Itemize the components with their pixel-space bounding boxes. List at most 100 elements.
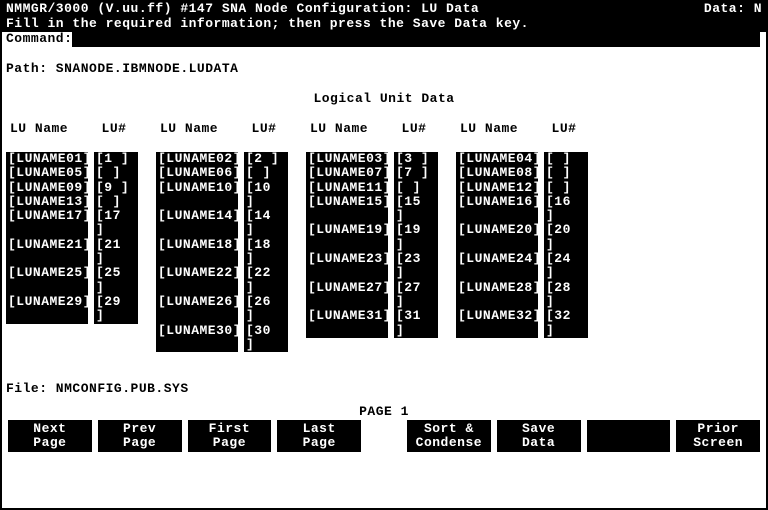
- lu-entry: [LUNAME07] [7 ]: [306, 166, 438, 180]
- lu-name-field[interactable]: [LUNAME20]: [456, 223, 538, 252]
- lu-name-field[interactable]: [LUNAME09]: [6, 181, 88, 195]
- col-header-name: LU Name: [310, 122, 392, 137]
- lu-name-field[interactable]: [LUNAME21]: [6, 238, 88, 267]
- lu-entry: [LUNAME21][21 ]: [6, 238, 138, 267]
- lu-number-field[interactable]: [15 ]: [394, 195, 438, 224]
- lu-name-field[interactable]: [LUNAME19]: [306, 223, 388, 252]
- lu-entry: [LUNAME30][30 ]: [156, 324, 288, 353]
- fkey-button[interactable]: SaveData: [497, 420, 581, 452]
- lu-name-field[interactable]: [LUNAME23]: [306, 252, 388, 281]
- lu-number-field[interactable]: [18 ]: [244, 238, 288, 267]
- lu-number-field[interactable]: [27 ]: [394, 281, 438, 310]
- lu-number-field[interactable]: [31 ]: [394, 309, 438, 338]
- lu-name-field[interactable]: [LUNAME18]: [156, 238, 238, 267]
- fkey-label-1: Save: [522, 422, 555, 436]
- lu-name-field[interactable]: [LUNAME03]: [306, 152, 388, 166]
- lu-number-field[interactable]: [ ]: [394, 181, 438, 195]
- function-key-bar: NextPagePrevPageFirstPageLastPageSort &C…: [2, 420, 766, 456]
- lu-number-field[interactable]: [ ]: [544, 152, 588, 166]
- lu-number-field[interactable]: [28 ]: [544, 281, 588, 310]
- lu-name-field[interactable]: [LUNAME01]: [6, 152, 88, 166]
- lu-name-field[interactable]: [LUNAME10]: [156, 181, 238, 210]
- lu-name-field[interactable]: [LUNAME24]: [456, 252, 538, 281]
- lu-entry: [LUNAME20][20 ]: [456, 223, 588, 252]
- lu-name-field[interactable]: [LUNAME25]: [6, 266, 88, 295]
- lu-name-field[interactable]: [LUNAME15]: [306, 195, 388, 224]
- lu-name-field[interactable]: [LUNAME05]: [6, 166, 88, 180]
- fkey-label-1: Last: [303, 422, 336, 436]
- lu-entry: [LUNAME09] [9 ]: [6, 181, 138, 195]
- lu-number-field[interactable]: [30 ]: [244, 324, 288, 353]
- lu-number-field[interactable]: [ ]: [94, 166, 138, 180]
- lu-number-field[interactable]: [1 ]: [94, 152, 138, 166]
- lu-number-field[interactable]: [29 ]: [94, 295, 138, 324]
- lu-number-field[interactable]: [ ]: [544, 166, 588, 180]
- lu-name-field[interactable]: [LUNAME07]: [306, 166, 388, 180]
- lu-name-field[interactable]: [LUNAME26]: [156, 295, 238, 324]
- lu-name-field[interactable]: [LUNAME30]: [156, 324, 238, 353]
- fkey-label-2: Page: [123, 436, 156, 450]
- lu-entry: [LUNAME08] [ ]: [456, 166, 588, 180]
- lu-name-field[interactable]: [LUNAME02]: [156, 152, 238, 166]
- column-headers: LU NameLU# LU NameLU# LU NameLU# LU Name…: [2, 122, 766, 137]
- lu-name-field[interactable]: [LUNAME13]: [6, 195, 88, 209]
- lu-number-field[interactable]: [ ]: [544, 181, 588, 195]
- lu-name-field[interactable]: [LUNAME16]: [456, 195, 538, 224]
- lu-entry: [LUNAME14][14 ]: [156, 209, 288, 238]
- fkey-button[interactable]: FirstPage: [188, 420, 272, 452]
- lu-number-field[interactable]: [19 ]: [394, 223, 438, 252]
- lu-number-field[interactable]: [25 ]: [94, 266, 138, 295]
- lu-number-field[interactable]: [2 ]: [244, 152, 288, 166]
- lu-entry: [LUNAME12] [ ]: [456, 181, 588, 195]
- lu-number-field[interactable]: [ ]: [244, 166, 288, 180]
- lu-name-field[interactable]: [LUNAME11]: [306, 181, 388, 195]
- fkey-label-1: Sort &: [424, 422, 474, 436]
- lu-number-field[interactable]: [20 ]: [544, 223, 588, 252]
- fkey-button[interactable]: PriorScreen: [676, 420, 760, 452]
- fkey-button[interactable]: [587, 420, 671, 452]
- lu-number-field[interactable]: [17 ]: [94, 209, 138, 238]
- lu-number-field[interactable]: [14 ]: [244, 209, 288, 238]
- lu-name-field[interactable]: [LUNAME31]: [306, 309, 388, 338]
- lu-name-field[interactable]: [LUNAME06]: [156, 166, 238, 180]
- lu-name-field[interactable]: [LUNAME28]: [456, 281, 538, 310]
- fkey-label-1: Prev: [123, 422, 156, 436]
- lu-name-field[interactable]: [LUNAME08]: [456, 166, 538, 180]
- lu-column: [LUNAME03] [3 ] [LUNAME07] [7 ] [LUNAME11] [ …: [306, 152, 438, 352]
- lu-name-field[interactable]: [LUNAME14]: [156, 209, 238, 238]
- fkey-button[interactable]: PrevPage: [98, 420, 182, 452]
- lu-number-field[interactable]: [21 ]: [94, 238, 138, 267]
- lu-number-field[interactable]: [22 ]: [244, 266, 288, 295]
- lu-number-field[interactable]: [26 ]: [244, 295, 288, 324]
- col-header-num: LU#: [92, 122, 136, 137]
- instruction-line: Fill in the required information; then p…: [2, 17, 766, 32]
- lu-number-field[interactable]: [23 ]: [394, 252, 438, 281]
- lu-number-field[interactable]: [10 ]: [244, 181, 288, 210]
- lu-number-field[interactable]: [16 ]: [544, 195, 588, 224]
- fkey-label-2: Condense: [416, 436, 482, 450]
- lu-number-field[interactable]: [32 ]: [544, 309, 588, 338]
- col-header-name: LU Name: [10, 122, 92, 137]
- fkey-button[interactable]: NextPage: [8, 420, 92, 452]
- fkey-button[interactable]: Sort &Condense: [407, 420, 491, 452]
- fkey-button[interactable]: LastPage: [277, 420, 361, 452]
- lu-entry: [LUNAME16][16 ]: [456, 195, 588, 224]
- app-title: NMMGR/3000 (V.uu.ff) #147 SNA Node Confi…: [6, 2, 479, 17]
- lu-name-field[interactable]: [LUNAME17]: [6, 209, 88, 238]
- lu-name-field[interactable]: [LUNAME32]: [456, 309, 538, 338]
- lu-name-field[interactable]: [LUNAME29]: [6, 295, 88, 324]
- data-indicator: Data: N: [704, 2, 762, 17]
- lu-entry: [LUNAME17][17 ]: [6, 209, 138, 238]
- command-input[interactable]: [72, 32, 760, 47]
- lu-number-field[interactable]: [7 ]: [394, 166, 438, 180]
- lu-number-field[interactable]: [24 ]: [544, 252, 588, 281]
- lu-number-field[interactable]: [ ]: [94, 195, 138, 209]
- lu-name-field[interactable]: [LUNAME27]: [306, 281, 388, 310]
- col-header-num: LU#: [542, 122, 586, 137]
- lu-number-field[interactable]: [3 ]: [394, 152, 438, 166]
- lu-name-field[interactable]: [LUNAME04]: [456, 152, 538, 166]
- col-header-num: LU#: [392, 122, 436, 137]
- lu-number-field[interactable]: [9 ]: [94, 181, 138, 195]
- lu-name-field[interactable]: [LUNAME12]: [456, 181, 538, 195]
- lu-name-field[interactable]: [LUNAME22]: [156, 266, 238, 295]
